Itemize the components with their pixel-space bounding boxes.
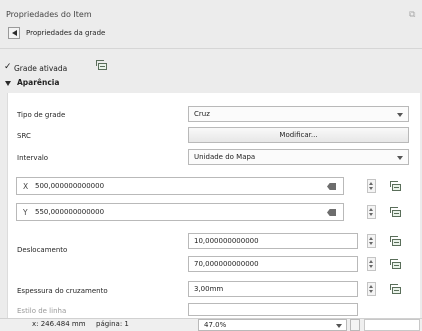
cross-width-value: 3,00mm (194, 285, 224, 293)
chevron-down-icon (336, 324, 342, 328)
data-defined-override-icon[interactable] (390, 181, 402, 192)
chevron-down-icon (397, 113, 403, 117)
data-defined-override-icon[interactable] (390, 259, 402, 270)
chevron-down-icon (397, 156, 403, 160)
cross-width-stepper[interactable] (367, 282, 376, 296)
y-spin-stepper[interactable] (367, 205, 376, 219)
y-interval-value: 550,000000000000 (35, 208, 105, 216)
section-title[interactable]: Aparência (17, 78, 59, 87)
offset-label: Deslocamento (17, 246, 68, 254)
clear-icon[interactable] (327, 209, 336, 216)
zoom-combo[interactable]: 47.0% (198, 319, 347, 331)
modify-src-label: Modificar... (279, 131, 318, 139)
window-title: Propriedades do Item (6, 10, 92, 19)
interval-value: Unidade do Mapa (194, 153, 256, 161)
src-label: SRC (17, 132, 31, 140)
x-spin-stepper[interactable] (367, 179, 376, 193)
offset-y-value: 70,000000000000 (194, 260, 259, 268)
data-defined-override-icon[interactable] (390, 207, 402, 218)
y-interval-field[interactable]: Y 550,000000000000 (16, 203, 344, 221)
data-defined-override-icon[interactable] (96, 60, 108, 71)
line-style-field[interactable] (188, 303, 358, 316)
grid-type-value: Cruz (194, 110, 210, 118)
x-interval-value: 500,000000000000 (35, 182, 105, 190)
offset-x-field[interactable]: 10,000000000000 (188, 233, 358, 249)
zoom-spin[interactable] (350, 319, 360, 331)
grid-type-label: Tipo de grade (17, 111, 66, 119)
offset-x-value: 10,000000000000 (194, 237, 259, 245)
collapse-arrow-icon[interactable] (5, 81, 11, 86)
cursor-coordinate: x: 246.484 mm (32, 320, 86, 328)
restore-icon[interactable]: ⧉ (409, 10, 419, 20)
scale-field[interactable] (364, 319, 420, 331)
cross-width-label: Espessura do cruzamento (17, 287, 108, 295)
offset-y-field[interactable]: 70,000000000000 (188, 256, 358, 272)
data-defined-override-icon[interactable] (390, 284, 402, 295)
line-style-label: Estilo de linha (17, 307, 67, 315)
back-button[interactable] (8, 27, 20, 39)
zoom-value: 47.0% (204, 321, 227, 329)
grid-enabled-label: Grade ativada (14, 64, 68, 73)
divider (0, 48, 422, 49)
interval-combo[interactable]: Unidade do Mapa (188, 149, 409, 165)
clear-icon[interactable] (327, 183, 336, 190)
cross-width-field[interactable]: 3,00mm (188, 281, 358, 297)
offset-x-stepper[interactable] (367, 234, 376, 248)
page-indicator: página: 1 (96, 320, 129, 328)
panel-subtitle: Propriedades da grade (26, 29, 106, 37)
data-defined-override-icon[interactable] (390, 236, 402, 247)
grid-enabled-checkbox[interactable]: ✓ (4, 62, 12, 72)
x-interval-field[interactable]: X 500,000000000000 (16, 177, 344, 195)
grid-type-combo[interactable]: Cruz (188, 106, 409, 122)
x-axis-label: X (23, 182, 29, 191)
modify-src-button[interactable]: Modificar... (188, 127, 409, 143)
y-axis-label: Y (23, 208, 28, 217)
interval-label: Intervalo (17, 154, 49, 162)
offset-y-stepper[interactable] (367, 257, 376, 271)
